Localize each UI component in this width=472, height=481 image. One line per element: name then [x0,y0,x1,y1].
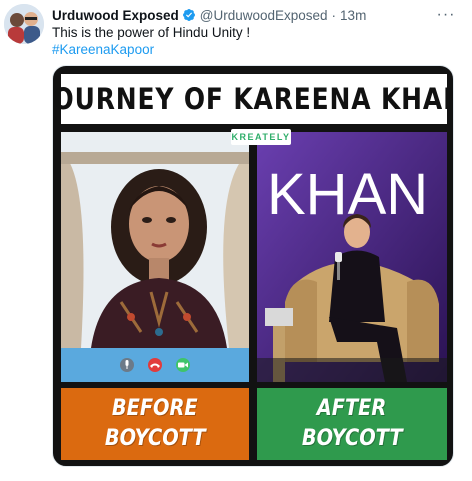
watermark: KREATELY [231,129,291,145]
separator-dot: · [331,7,337,23]
after-label-line1: AFTER [317,396,387,421]
user-handle[interactable]: @UrduwoodExposed [200,8,328,23]
before-label-line1: BEFORE [112,396,198,421]
tweet-text: This is the power of Hindu Unity ! [52,25,251,40]
before-boycott-label: BEFORE BOYCOTT [61,388,249,460]
after-boycott-label: AFTER BOYCOTT [257,388,447,460]
avatar-image [4,4,44,44]
microphone-icon[interactable] [120,358,134,372]
verified-badge-icon [182,8,196,22]
display-name[interactable]: Urduwood Exposed [52,8,179,23]
more-options-icon[interactable]: ··· [434,6,458,24]
tweet[interactable]: Urduwood Exposed @UrduwoodExposed · 13m … [0,0,472,481]
stage-backdrop-text: KHAN [267,162,428,227]
after-label-line2: BOYCOTT [301,426,403,451]
media-title: JOURNEY OF KAREENA KHAN [52,82,454,116]
media-image[interactable]: JOURNEY OF KAREENA KHAN KREATELY KHAN BE… [52,65,454,467]
avatar[interactable] [4,4,44,44]
title-banner: JOURNEY OF KAREENA KHAN [53,74,453,124]
before-label-line2: BOYCOTT [104,426,206,451]
hashtag-link[interactable]: #KareenaKapoor [52,41,154,58]
camera-icon[interactable] [176,358,190,372]
stage-scene: KHAN [257,132,447,382]
timestamp[interactable]: 13m [340,8,366,23]
after-stage-panel: KHAN [257,132,447,382]
before-video-call-panel [61,132,249,382]
video-call-scene [61,132,249,348]
tweet-header: Urduwood Exposed @UrduwoodExposed · 13m [52,6,366,24]
call-control-bar [61,348,249,382]
end-call-icon[interactable] [148,358,162,372]
